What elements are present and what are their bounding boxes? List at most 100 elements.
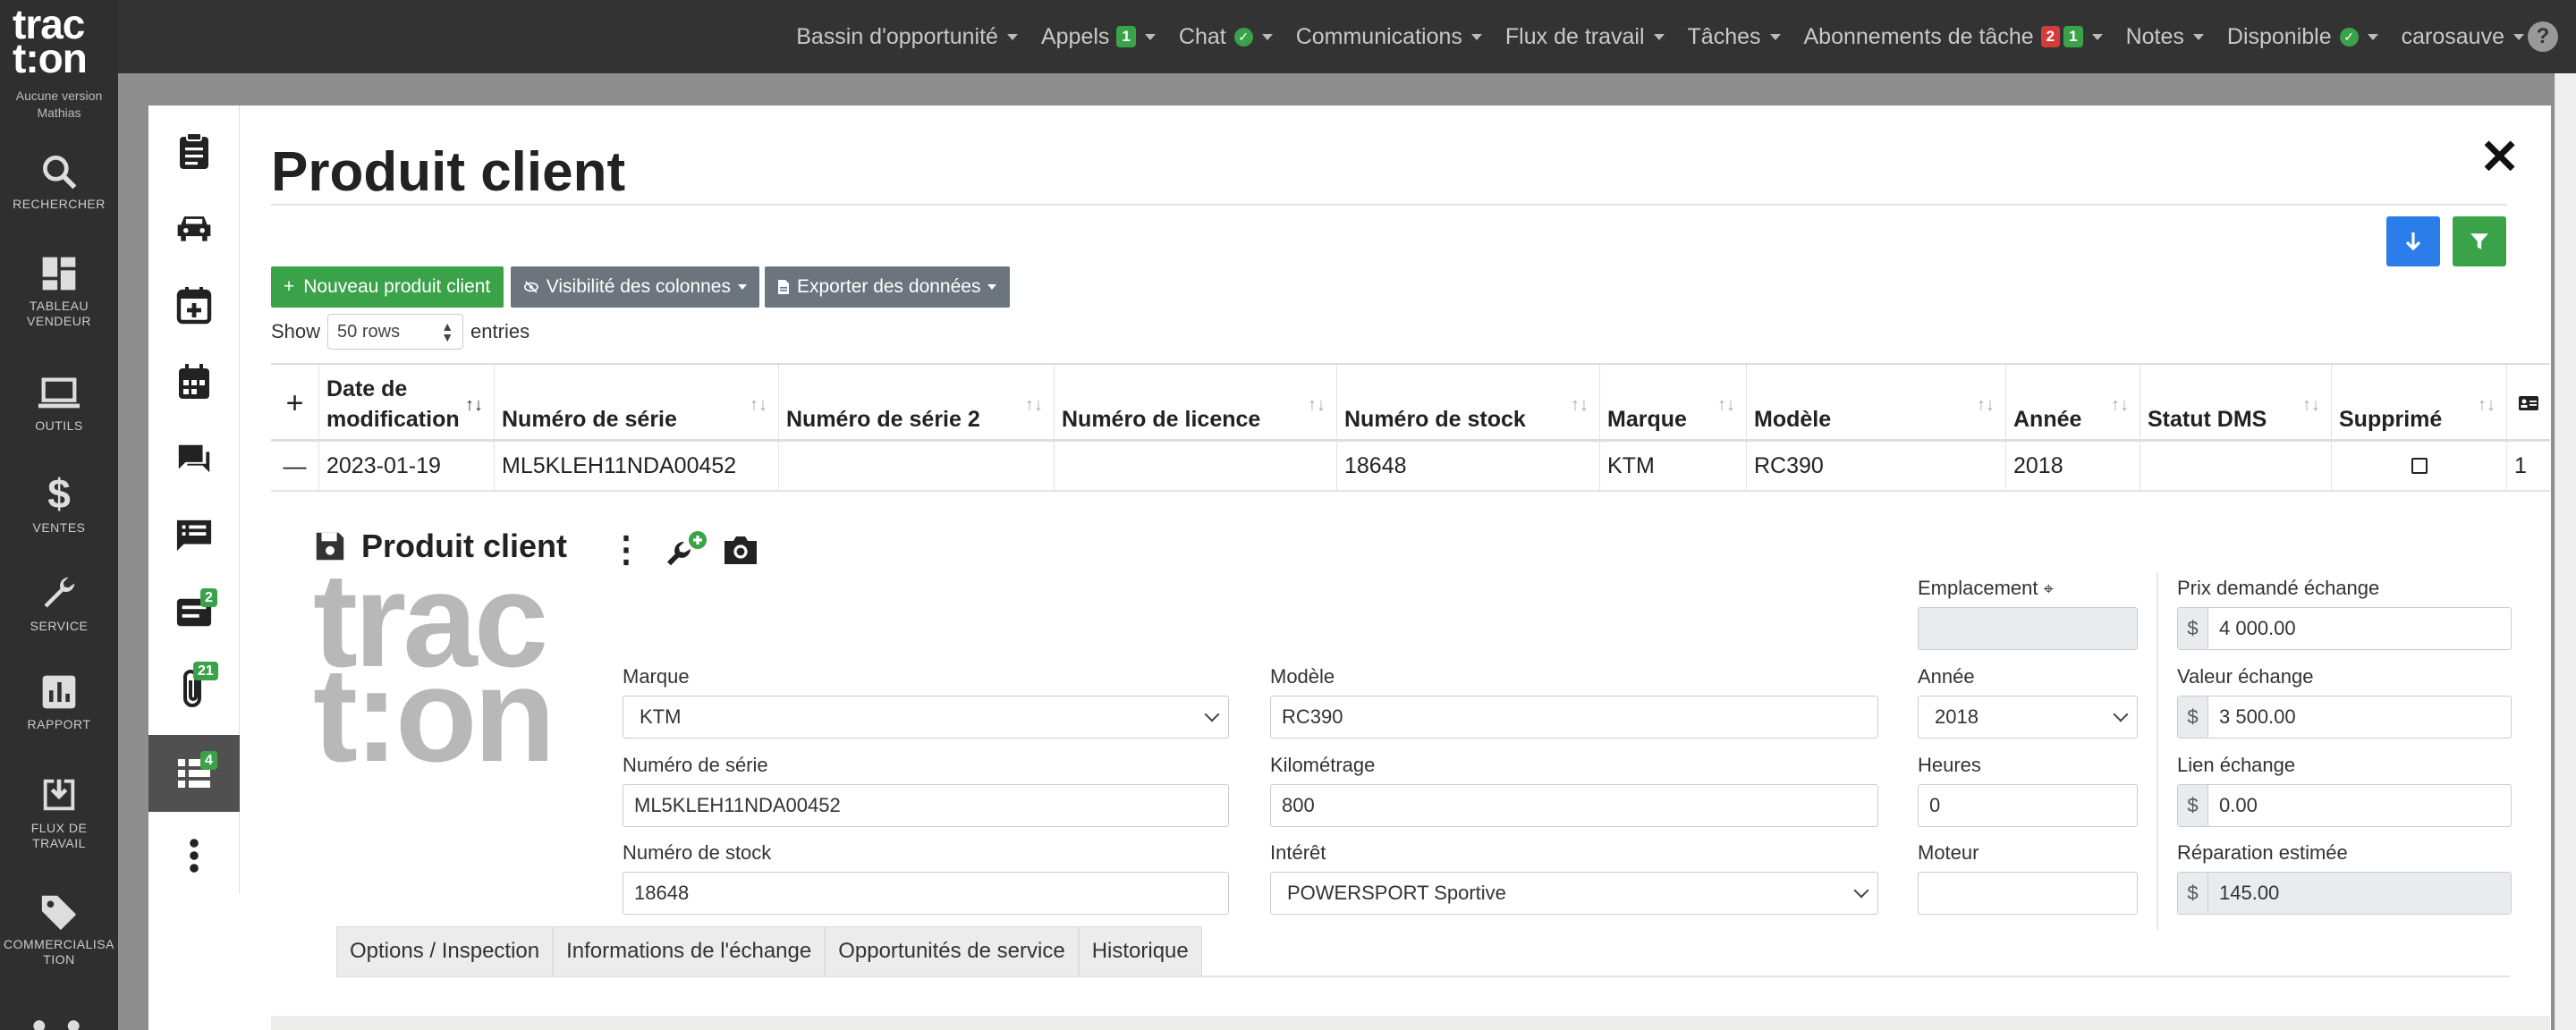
nav-abonnements-de-tache[interactable]: Abonnements de tâche 2 1 [1804,24,2103,50]
col-numero-serie-2[interactable]: Numéro de série 2 ↑↓ [779,365,1055,442]
reparation-estimee-label: Réparation estimée [2177,841,2348,864]
rail-more[interactable] [148,817,240,894]
rail-calendar[interactable] [148,343,240,420]
export-data-button[interactable]: Exporter des données [765,266,1010,308]
sidebar-item-ventes[interactable]: $ VENTES [0,472,118,536]
chevron-down-icon [1006,33,1018,40]
crosshair-icon[interactable]: ⌖ [2044,579,2054,599]
nav-notes[interactable]: Notes [2126,24,2204,50]
rail-products[interactable]: 4 [148,735,240,812]
tab-informations-echange[interactable]: Informations de l'échange [553,926,826,976]
page-title: Produit client [271,141,626,203]
new-product-button[interactable]: + Nouveau produit client [271,266,504,308]
lien-echange-label: Lien échange [2177,754,2296,776]
lien-echange-input[interactable]: $0.00 [2177,784,2512,827]
cell-supprime [2332,442,2507,490]
rail-vehicle[interactable] [148,190,240,266]
rail-attachments[interactable]: 21 [148,651,240,728]
sort-down-button[interactable] [2386,216,2440,266]
col-numero-stock[interactable]: Numéro de stock ↑↓ [1337,365,1600,442]
column-visibility-button[interactable]: Visibilité des colonnes [511,266,759,308]
kilometrage-input[interactable]: 800 [1270,784,1878,827]
expand-all-button[interactable]: + [271,365,319,442]
chevron-down-icon [1144,33,1156,40]
numero-serie-input[interactable]: ML5KLEH11NDA00452 [623,784,1229,827]
message-list-icon [176,519,212,552]
save-icon[interactable] [313,529,347,563]
tab-options-inspection[interactable]: Options / Inspection [336,926,554,976]
emplacement-input[interactable] [1918,607,2138,650]
col-annee[interactable]: Année ↑↓ [2006,365,2140,442]
page-scrollbar[interactable] [2555,73,2576,1030]
numero-stock-input[interactable]: 18648 [623,872,1229,915]
prix-demande-input[interactable]: $4 000.00 [2177,607,2512,650]
col-supprime[interactable]: Supprimé ↑↓ [2332,365,2507,442]
table-header: + Date de modification ↑↓ Numéro de série… [271,363,2550,442]
sidebar-item-service[interactable]: SERVICE [0,572,118,634]
moteur-input[interactable] [1918,872,2138,915]
rail-notes[interactable]: 2 [148,574,240,651]
marque-select[interactable]: KTM [623,696,1229,739]
nav-communications[interactable]: Communications [1296,24,1482,50]
help-icon[interactable]: ? [2528,21,2558,52]
nav-appels[interactable]: Appels 1 [1041,24,1156,50]
rail-clipboard[interactable] [148,113,240,190]
sidebar-item-outils[interactable]: OUTILS [0,374,118,434]
annee-select[interactable]: 2018 [1918,696,2138,739]
nav-bassin-opportunite[interactable]: Bassin d'opportunité [796,24,1018,50]
deleted-checkbox[interactable] [2411,458,2428,474]
chevron-down-icon [2113,706,2129,722]
dashboard-icon [42,257,76,291]
modele-input[interactable]: RC390 [1270,696,1878,739]
title-divider [271,204,2507,206]
interet-select[interactable]: POWERSPORT Sportive [1270,872,1878,915]
tab-historique[interactable]: Historique [1078,926,1202,976]
close-button[interactable]: ✕ [2479,133,2520,182]
sidebar-item-rapport[interactable]: RAPPORT [0,672,118,732]
clipboard-icon [180,132,208,169]
col-marque[interactable]: Marque ↑↓ [1600,365,1747,442]
app-logo[interactable]: trac t:on [13,4,106,79]
sidebar-item-tableau-vendeur[interactable]: TABLEAU VENDEUR [0,254,118,329]
col-numero-licence[interactable]: Numéro de licence ↑↓ [1055,365,1337,442]
nav-disponible[interactable]: Disponible ✓ [2227,24,2378,50]
filter-button[interactable] [2453,216,2506,266]
chevron-down-icon [1261,33,1273,40]
cell-date: 2023-01-19 [319,442,495,490]
calendar-plus-icon [176,287,212,325]
col-date-modification[interactable]: Date de modification ↑↓ [319,365,495,442]
col-modele[interactable]: Modèle ↑↓ [1747,365,2006,442]
tab-opportunites-service[interactable]: Opportunités de service [825,926,1079,976]
sort-icon: ↑↓ [1308,395,1326,415]
rail-list[interactable] [148,497,240,574]
nav-flux-de-travail[interactable]: Flux de travail [1505,24,1665,50]
file-export-icon [778,280,789,294]
collapse-row-button[interactable]: — [271,442,319,490]
col-numero-serie[interactable]: Numéro de série ↑↓ [495,365,779,442]
reparation-estimee-input[interactable]: $145.00 [2177,872,2512,915]
valeur-echange-input[interactable]: $3 500.00 [2177,696,2512,739]
wrench-add-icon[interactable] [662,529,708,570]
page-length-control: Show 50 rows ▲ ▼ entries [271,313,530,350]
rail-add-event[interactable] [148,266,240,343]
camera-icon[interactable] [723,534,758,566]
heures-input[interactable]: 0 [1918,784,2138,827]
rail-chat[interactable] [148,420,240,497]
sidebar-item-commercialisation[interactable]: COMMERCIALISATION [0,891,118,967]
col-statut-dms[interactable]: Statut DMS ↑↓ [2140,365,2332,442]
sidebar-item-flux-de-travail[interactable]: FLUX DE TRAVAIL [0,774,118,851]
table-row[interactable]: — 2023-01-19 ML5KLEH11NDA00452 18648 KTM… [271,442,2550,492]
rows-per-page-select[interactable]: 50 rows ▲ ▼ [327,314,464,350]
cell-numero-serie: ML5KLEH11NDA00452 [495,442,779,490]
numero-serie-label: Numéro de série [623,754,768,776]
col-card[interactable] [2507,365,2550,442]
sidebar-item-rechercher[interactable]: RECHERCHER [0,152,118,212]
watermark-logo: trac t:on [313,545,555,789]
top-nav: Bassin d'opportunité Appels 1 Chat ✓ Commu… [773,0,2524,73]
sidebar-more-icon[interactable]: ● ● [0,1010,118,1030]
nav-chat[interactable]: Chat ✓ [1179,24,1273,50]
more-vertical-icon[interactable]: ⋮ [608,529,644,570]
nav-taches[interactable]: Tâches [1688,24,1781,50]
nav-user-menu[interactable]: carosauve [2402,24,2524,50]
chevron-down-icon [1653,33,1665,40]
